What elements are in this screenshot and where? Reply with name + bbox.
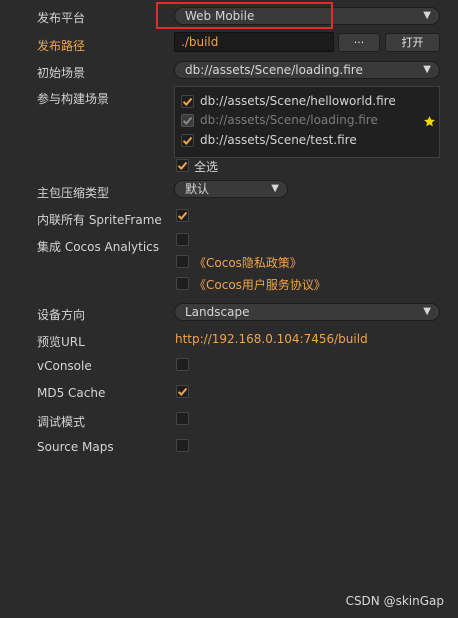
md5-cache-checkbox[interactable] bbox=[176, 385, 189, 398]
scene-path: db://assets/Scene/loading.fire bbox=[200, 113, 378, 127]
debug-checkbox[interactable] bbox=[176, 412, 189, 425]
platform-label: 发布平台 bbox=[37, 11, 86, 25]
compression-dropdown[interactable]: 默认 ▼ bbox=[174, 180, 288, 198]
debug-label: 调试模式 bbox=[37, 415, 86, 429]
compression-label: 主包压缩类型 bbox=[37, 186, 110, 200]
triangle-down-icon: ▼ bbox=[423, 64, 431, 75]
preview-url-label: 预览URL bbox=[37, 335, 85, 349]
browse-button[interactable]: ··· bbox=[338, 33, 380, 52]
orientation-value: Landscape bbox=[185, 305, 250, 319]
vconsole-label: vConsole bbox=[37, 359, 92, 373]
privacy-policy-link[interactable]: 《Cocos隐私政策》 bbox=[194, 254, 302, 271]
checkmark-icon bbox=[177, 211, 188, 220]
source-maps-label: Source Maps bbox=[37, 440, 114, 454]
orientation-dropdown[interactable]: Landscape ▼ bbox=[174, 303, 440, 321]
inline-spriteframe-checkbox[interactable] bbox=[176, 209, 189, 222]
compression-value: 默认 bbox=[185, 182, 210, 196]
inline-spriteframe-label: 内联所有 SpriteFrame bbox=[37, 213, 162, 227]
triangle-down-icon: ▼ bbox=[423, 10, 431, 21]
privacy-agree-checkbox[interactable] bbox=[176, 255, 189, 268]
scene-path: db://assets/Scene/helloworld.fire bbox=[200, 94, 396, 108]
vconsole-checkbox[interactable] bbox=[176, 358, 189, 371]
scene-path: db://assets/Scene/test.fire bbox=[200, 133, 357, 147]
analytics-label: 集成 Cocos Analytics bbox=[37, 240, 160, 254]
checkmark-icon bbox=[177, 387, 188, 396]
platform-value: Web Mobile bbox=[185, 9, 255, 23]
start-scene-value: db://assets/Scene/loading.fire bbox=[185, 63, 363, 77]
select-all-checkbox[interactable] bbox=[176, 159, 189, 172]
checkmark-icon bbox=[182, 136, 193, 145]
source-maps-checkbox[interactable] bbox=[176, 439, 189, 452]
start-scene-dropdown[interactable]: db://assets/Scene/loading.fire ▼ bbox=[174, 61, 440, 79]
included-scenes-label: 参与构建场景 bbox=[37, 92, 110, 106]
orientation-label: 设备方向 bbox=[37, 308, 86, 322]
scene-checkbox[interactable] bbox=[181, 134, 194, 147]
service-agreement-link[interactable]: 《Cocos用户服务协议》 bbox=[194, 276, 326, 293]
scene-list: db://assets/Scene/helloworld.fire db://a… bbox=[174, 86, 440, 158]
analytics-checkbox[interactable] bbox=[176, 233, 189, 246]
checkmark-icon bbox=[182, 97, 193, 106]
start-scene-label: 初始场景 bbox=[37, 66, 86, 80]
open-button[interactable]: 打开 bbox=[385, 33, 440, 52]
platform-dropdown[interactable]: Web Mobile ▼ bbox=[174, 7, 440, 25]
md5-cache-label: MD5 Cache bbox=[37, 386, 106, 400]
watermark: CSDN @skinGap bbox=[345, 594, 444, 608]
build-path-input[interactable]: ./build bbox=[174, 32, 334, 52]
checkmark-icon bbox=[182, 116, 193, 125]
preview-url-link[interactable]: http://192.168.0.104:7456/build bbox=[175, 332, 368, 346]
star-icon bbox=[424, 116, 435, 127]
checkmark-icon bbox=[177, 161, 188, 170]
service-agree-checkbox[interactable] bbox=[176, 277, 189, 290]
scene-checkbox[interactable] bbox=[181, 95, 194, 108]
triangle-down-icon: ▼ bbox=[271, 183, 279, 194]
scene-checkbox bbox=[181, 114, 194, 127]
build-path-label: 发布路径 bbox=[37, 39, 86, 53]
select-all-label: 全选 bbox=[194, 160, 219, 174]
triangle-down-icon: ▼ bbox=[423, 306, 431, 317]
